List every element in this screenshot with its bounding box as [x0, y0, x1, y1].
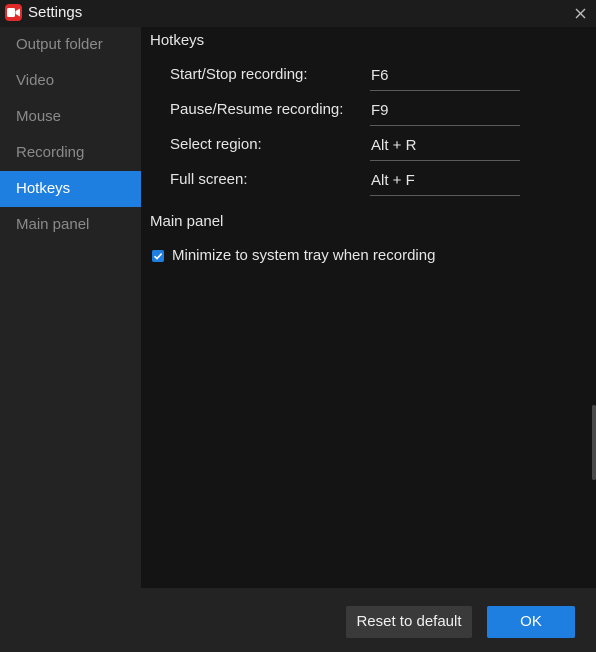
- window-title: Settings: [28, 4, 83, 21]
- hotkey-label-start-stop: Start/Stop recording:: [170, 66, 308, 83]
- sidebar: Output folder Video Mouse Recording Hotk…: [0, 27, 141, 652]
- footer: Reset to default OK: [141, 588, 596, 652]
- hotkeys-section-title: Hotkeys: [150, 32, 205, 49]
- sidebar-item-video[interactable]: Video: [0, 63, 141, 99]
- sidebar-item-main-panel[interactable]: Main panel: [0, 207, 141, 243]
- checkmark-icon: [153, 252, 163, 260]
- minimize-to-tray-checkbox[interactable]: [152, 249, 164, 262]
- sidebar-item-output-folder[interactable]: Output folder: [0, 27, 141, 63]
- hotkey-input-select-region[interactable]: Alt + R: [370, 131, 520, 161]
- sidebar-item-hotkeys[interactable]: Hotkeys: [0, 171, 141, 207]
- close-icon: [575, 8, 585, 18]
- hotkey-label-pause-resume: Pause/Resume recording:: [170, 101, 344, 118]
- minimize-to-tray-label: Minimize to system tray when recording: [172, 247, 436, 264]
- settings-window: Settings Output folder Video Mouse Recor…: [0, 0, 596, 652]
- title-bar: Settings: [0, 0, 596, 27]
- hotkey-input-pause-resume[interactable]: F9: [370, 96, 520, 126]
- ok-button[interactable]: OK: [487, 606, 575, 638]
- main-panel-section-title: Main panel: [150, 213, 224, 230]
- hotkey-input-full-screen[interactable]: Alt + F: [370, 166, 520, 196]
- sidebar-item-recording[interactable]: Recording: [0, 135, 141, 171]
- scrollbar-thumb[interactable]: [592, 405, 596, 480]
- close-button[interactable]: [570, 3, 590, 23]
- hotkey-label-full-screen: Full screen:: [170, 171, 248, 188]
- hotkey-label-select-region: Select region:: [170, 136, 262, 153]
- reset-to-default-button[interactable]: Reset to default: [346, 606, 472, 638]
- hotkey-input-start-stop[interactable]: F6: [370, 61, 520, 91]
- sidebar-item-mouse[interactable]: Mouse: [0, 99, 141, 135]
- camera-icon: [5, 4, 22, 21]
- settings-content: Hotkeys Start/Stop recording: F6 Pause/R…: [141, 27, 596, 588]
- minimize-to-tray-option[interactable]: Minimize to system tray when recording: [152, 247, 435, 264]
